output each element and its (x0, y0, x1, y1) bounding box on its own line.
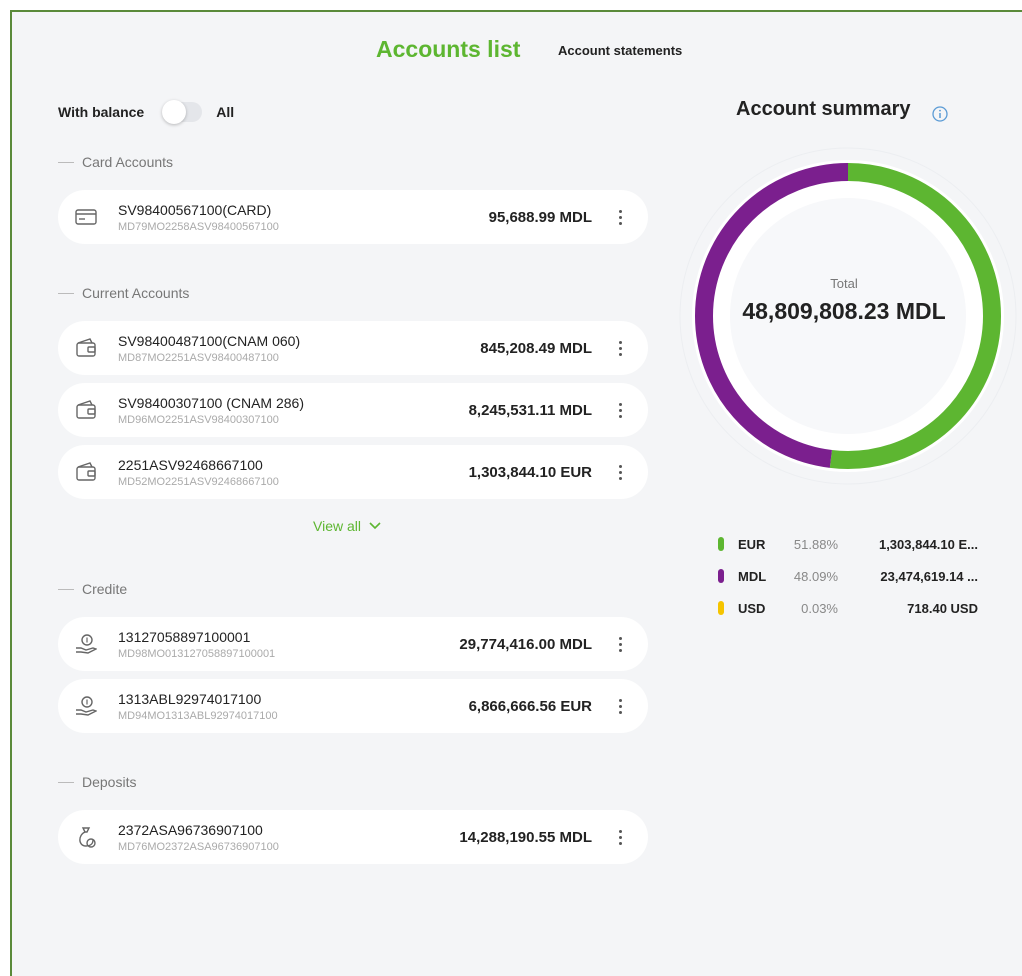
account-row[interactable]: SV98400487100(CNAM 060) MD87MO2251ASV984… (58, 321, 648, 375)
summary-title: Account summary (736, 98, 911, 120)
account-amount: 29,774,416.00 MDL (459, 635, 592, 653)
summary-legend: EUR 51.88% 1,303,844.10 E... MDL 48.09% 23,47… (718, 528, 978, 624)
account-name: 13127058897100001 (118, 628, 251, 645)
legend-color-swatch (718, 569, 724, 583)
more-options-icon[interactable] (610, 395, 630, 425)
money-bag-icon (74, 825, 98, 849)
account-iban: MD76MO2372ASA96736907100 (118, 840, 279, 853)
legend-percent: 51.88% (793, 536, 838, 552)
legend-row-usd: USD 0.03% 718.40 USD (718, 592, 978, 624)
more-options-icon[interactable] (610, 202, 630, 232)
account-row[interactable]: SV98400567100(CARD) MD79MO2258ASV9840056… (58, 190, 648, 244)
donut-total-value: 48,809,808.23 MDL (742, 298, 946, 324)
legend-currency: EUR (738, 536, 766, 552)
wallet-icon (74, 398, 98, 422)
legend-value: 718.40 USD (907, 600, 978, 616)
section-title-deposits: Deposits (58, 774, 136, 790)
filter-label-all: All (216, 104, 235, 120)
view-all-link[interactable]: View all (313, 518, 381, 534)
legend-color-swatch (718, 601, 724, 615)
account-amount: 6,866,666.56 EUR (468, 697, 592, 715)
more-options-icon[interactable] (610, 457, 630, 487)
account-iban: MD87MO2251ASV98400487100 (118, 351, 279, 364)
account-row[interactable]: 13127058897100001 MD98MO0131270588971000… (58, 617, 648, 671)
hand-coin-icon (74, 694, 98, 718)
account-name: SV98400567100(CARD) (118, 201, 272, 218)
section-title-text: Card Accounts (82, 154, 174, 170)
wallet-icon (74, 336, 98, 360)
legend-value: 23,474,619.14 ... (880, 568, 978, 584)
more-options-icon[interactable] (610, 691, 630, 721)
section-title-card: Card Accounts (58, 154, 173, 170)
legend-currency: MDL (738, 568, 767, 584)
account-iban: MD94MO1313ABL92974017100 (118, 709, 278, 722)
legend-value: 1,303,844.10 E... (878, 536, 978, 552)
account-name: SV98400307100 (CNAM 286) (118, 394, 305, 411)
legend-color-swatch (718, 537, 724, 551)
legend-row-mdl: MDL 48.09% 23,474,619.14 ... (718, 560, 978, 592)
filter-label-with-balance: With balance (58, 104, 145, 120)
account-iban: MD98MO013127058897100001 (118, 647, 276, 660)
account-row[interactable]: 1313ABL92974017100 MD94MO1313ABL92974017… (58, 679, 648, 733)
account-amount: 845,208.49 MDL (480, 339, 592, 357)
hand-coin-icon (74, 632, 98, 656)
account-row[interactable]: 2372ASA96736907100 MD76MO2372ASA96736907… (58, 810, 648, 864)
more-options-icon[interactable] (610, 333, 630, 363)
account-row[interactable]: 2251ASV92468667100 MD52MO2251ASV92468667… (58, 445, 648, 499)
view-all-label: View all (313, 518, 361, 534)
account-amount: 14,288,190.55 MDL (459, 828, 592, 846)
wallet-icon (74, 460, 98, 484)
section-title-text: Deposits (82, 774, 137, 790)
tab-account-statements[interactable]: Account statements (558, 43, 682, 58)
legend-row-eur: EUR 51.88% 1,303,844.10 E... (718, 528, 978, 560)
donut-total-label: Total (830, 276, 858, 291)
balance-filter: With balance All (58, 100, 235, 124)
chevron-down-icon (369, 522, 381, 530)
legend-percent: 48.09% (793, 568, 838, 584)
legend-currency: USD (738, 600, 766, 616)
more-options-icon[interactable] (610, 629, 630, 659)
card-icon (74, 205, 98, 229)
account-iban: MD52MO2251ASV92468667100 (118, 475, 279, 488)
tab-accounts-list[interactable]: Accounts list (376, 36, 520, 63)
section-title-text: Current Accounts (82, 285, 190, 301)
account-amount: 1,303,844.10 EUR (468, 463, 592, 481)
account-iban: MD79MO2258ASV98400567100 (118, 220, 279, 233)
legend-percent: 0.03% (801, 600, 838, 616)
info-icon[interactable] (932, 106, 948, 122)
account-amount: 95,688.99 MDL (488, 208, 592, 226)
section-title-current: Current Accounts (58, 285, 189, 301)
account-name: 1313ABL92974017100 (118, 690, 262, 707)
balance-toggle[interactable] (162, 100, 203, 124)
section-title-credits: Credite (58, 581, 127, 597)
account-name: 2372ASA96736907100 (118, 821, 263, 838)
page-frame: Accounts list Account statements With ba… (10, 10, 1022, 976)
section-title-text: Credite (82, 581, 128, 597)
account-name: SV98400487100(CNAM 060) (118, 332, 301, 349)
account-row[interactable]: SV98400307100 (CNAM 286) MD96MO2251ASV98… (58, 383, 648, 437)
more-options-icon[interactable] (610, 822, 630, 852)
account-amount: 8,245,531.11 MDL (468, 401, 592, 419)
toggle-knob (162, 100, 187, 124)
account-iban: MD96MO2251ASV98400307100 (118, 413, 279, 426)
account-name: 2251ASV92468667100 (118, 456, 263, 473)
